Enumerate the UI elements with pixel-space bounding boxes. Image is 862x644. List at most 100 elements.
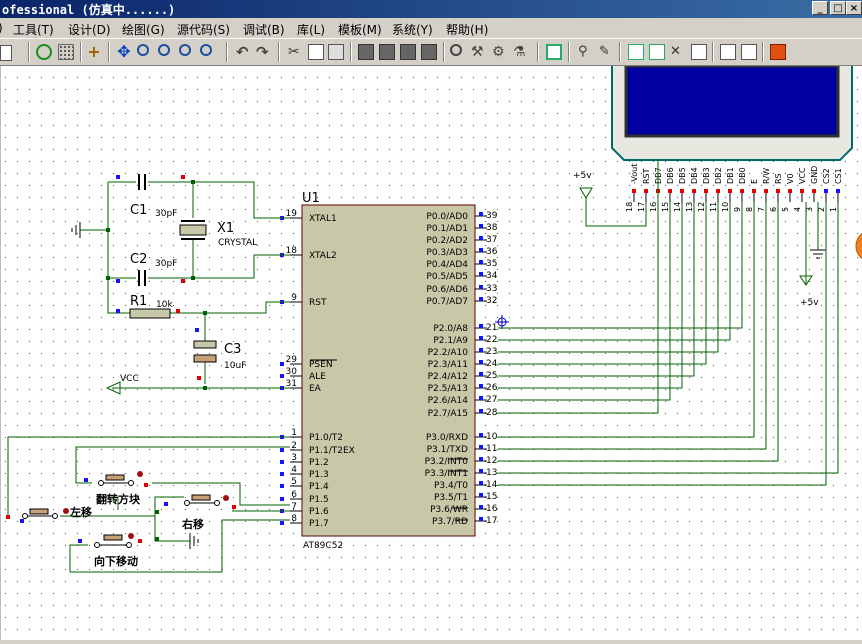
r1-value: 10k: [156, 300, 173, 310]
bom-icon[interactable]: [691, 44, 707, 60]
erc-icon[interactable]: [741, 44, 757, 60]
menu-library[interactable]: 库(L): [297, 21, 325, 38]
menu-debug[interactable]: 调试(B): [243, 21, 285, 38]
menu-file-edge[interactable]: ): [0, 21, 3, 35]
lcd-pin-state: [836, 189, 840, 193]
save-icon[interactable]: [0, 45, 12, 61]
lcd-pin-state: [644, 189, 648, 193]
redo-icon[interactable]: ↷: [256, 44, 272, 60]
schematic-canvas[interactable]: -Vout 18 RST 17 DB7 16 DB6 15 DB5 14 DB4 13 DB3 12 DB2…: [0, 64, 862, 640]
resistor-r1[interactable]: [129, 308, 171, 319]
paste-icon[interactable]: [328, 44, 344, 60]
chip-pin-number: 32: [486, 296, 497, 306]
chip-pin-number: 12: [486, 456, 497, 466]
netlist-icon[interactable]: [720, 44, 736, 60]
lcd-pin-state: [632, 189, 636, 193]
toolbar-separator: [762, 42, 764, 62]
lcd-pin-label: DB1: [726, 167, 735, 184]
chip-pin-state: [479, 224, 483, 228]
lcd-pin-state: [692, 189, 696, 193]
c1-ref: C1: [130, 203, 147, 218]
chip-pin-number: 17: [486, 516, 497, 526]
search-icon[interactable]: ⚲: [578, 44, 594, 60]
new-sheet-icon[interactable]: [628, 44, 644, 60]
chip-pin-number: 1: [291, 428, 297, 438]
chip-pin-number: 30: [286, 367, 298, 377]
zoom-out-icon[interactable]: [158, 44, 170, 56]
lcd-pin-number: 7: [757, 207, 766, 212]
chip-pin-state: [479, 445, 483, 449]
make-device-icon[interactable]: ⚒: [471, 44, 487, 60]
minimize-button[interactable]: _: [812, 1, 828, 15]
c1-value: 30pF: [155, 209, 177, 219]
toolbar-separator: [350, 42, 352, 62]
chip-pin-label: P1.4: [309, 482, 329, 492]
zoom-area-icon[interactable]: [200, 44, 212, 56]
property-icon[interactable]: ✎: [599, 44, 615, 60]
toolbar-separator: [443, 42, 445, 62]
chip-pin-label: P2.6/A14: [428, 396, 469, 406]
lcd-pin-label: RST: [642, 168, 651, 184]
chip-pin-number: 26: [486, 383, 498, 393]
cut-icon[interactable]: ✂: [288, 44, 304, 60]
lcd-pin-label: VCC: [798, 167, 807, 184]
chip-pin-label: P1.7: [309, 519, 329, 529]
pick-device-icon[interactable]: [450, 44, 462, 56]
menu-source[interactable]: 源代码(S): [177, 21, 230, 38]
block-copy-icon[interactable]: [358, 44, 374, 60]
chip-pin-label: P3.5/T1: [434, 493, 468, 503]
chip-pin-number: 38: [486, 223, 498, 233]
ares-icon[interactable]: [770, 44, 786, 60]
lcd-pin-state: [776, 189, 780, 193]
chip-pin-number: 13: [486, 468, 497, 478]
menu-tools[interactable]: 工具(T): [13, 21, 54, 38]
chip-pin-number: 27: [486, 395, 497, 405]
decompose-icon[interactable]: ⚗: [513, 44, 529, 60]
lcd-pin-number: 15: [661, 202, 670, 212]
block-rotate-icon[interactable]: [400, 44, 416, 60]
lcd-pin-number: 6: [769, 207, 778, 212]
close-button[interactable]: ×: [846, 1, 862, 15]
chip-pin-label: XTAL1: [309, 214, 337, 224]
chip-pin-label: P2.2/A10: [428, 348, 469, 358]
origin-icon[interactable]: +: [86, 44, 102, 60]
packaging-icon[interactable]: ⚙: [492, 44, 508, 60]
menu-system[interactable]: 系统(Y): [392, 21, 433, 38]
exit-parent-icon[interactable]: ✕: [670, 44, 686, 60]
chip-pin-number: 25: [486, 371, 497, 381]
block-delete-icon[interactable]: [421, 44, 437, 60]
chip-pin-state: [479, 517, 483, 521]
restore-button[interactable]: □: [830, 1, 846, 15]
chip-pin-label: P3.7/RD: [432, 517, 468, 527]
toolbar-separator: [226, 42, 228, 62]
zoom-all-icon[interactable]: [179, 44, 191, 56]
remove-sheet-icon[interactable]: [649, 44, 665, 60]
menu-draw[interactable]: 绘图(G): [122, 21, 165, 38]
chip-pin-label: P0.5/AD5: [426, 272, 468, 282]
pan-icon[interactable]: ✥: [116, 44, 132, 60]
chip-pin-label: P0.4/AD4: [426, 260, 468, 270]
wire-autoroute-icon[interactable]: [546, 44, 562, 60]
menu-template[interactable]: 模板(M): [338, 21, 382, 38]
block-move-icon[interactable]: [379, 44, 395, 60]
lcd-module[interactable]: -Vout18RST17DB716DB615DB514DB413DB312DB2…: [611, 64, 853, 212]
schematic-drawing[interactable]: -Vout18RST17DB716DB615DB514DB413DB312DB2…: [0, 64, 862, 640]
lcd-pin-number: 10: [721, 202, 730, 212]
grid-icon[interactable]: [58, 44, 74, 60]
chip-pin-label: P0.2/AD2: [426, 236, 468, 246]
lcd-pin-label: RS: [774, 173, 783, 184]
window-title: ofessional (仿真中......): [2, 3, 176, 17]
chip-pin-state: [479, 372, 483, 376]
zoom-in-icon[interactable]: [137, 44, 149, 56]
toolbar-separator: [568, 42, 570, 62]
menu-design[interactable]: 设计(D): [68, 21, 111, 38]
c2-value: 30pF: [155, 259, 177, 269]
chip-pin-state: [280, 484, 284, 488]
chip-pin-state: [280, 460, 284, 464]
refresh-icon[interactable]: [36, 44, 52, 60]
lcd-pin-state: [704, 189, 708, 193]
chip-pin-label: P1.5: [309, 495, 329, 505]
copy-icon[interactable]: [308, 44, 324, 60]
undo-icon[interactable]: ↶: [236, 44, 252, 60]
menu-help[interactable]: 帮助(H): [446, 21, 488, 38]
